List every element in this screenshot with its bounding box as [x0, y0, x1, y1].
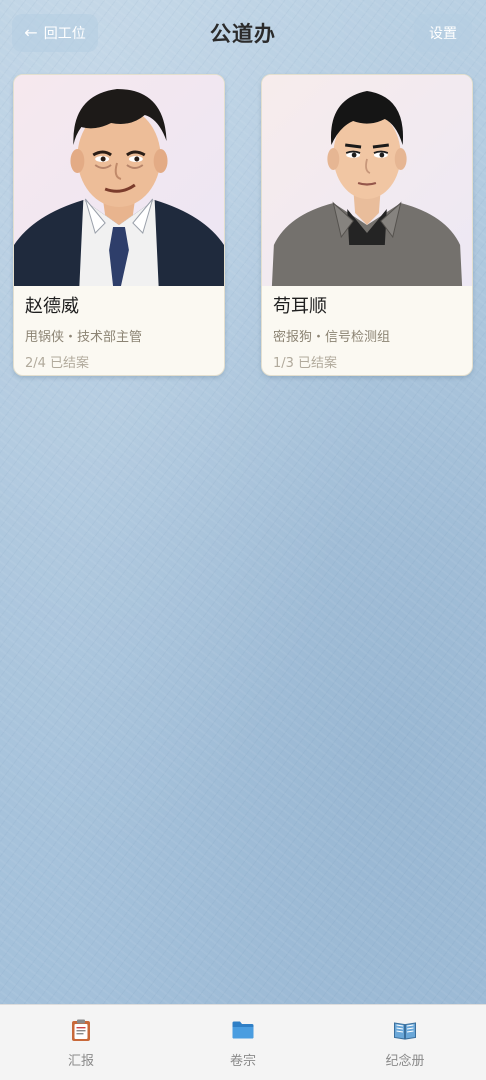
character-portrait-gou [262, 75, 472, 286]
bottom-tab-bar: 汇报 卷宗 纪念册 [0, 1004, 486, 1080]
clipboard-icon [72, 1019, 90, 1041]
character-name: 苟耳顺 [273, 296, 327, 317]
character-role: 密报狗・信号检测组 [273, 330, 391, 345]
tab-label: 汇报 [67, 1054, 94, 1069]
character-portrait-zhao [14, 75, 224, 286]
character-role: 甩锅侠・技术部主管 [25, 330, 143, 345]
settings-button[interactable]: 设置 [414, 14, 472, 52]
character-card[interactable]: 赵德威 甩锅侠・技术部主管 2/4 已结案 [13, 74, 225, 376]
tab-report[interactable]: 汇报 [0, 1005, 162, 1080]
character-card-grid: 赵德威 甩锅侠・技术部主管 2/4 已结案 苟耳顺 密报狗・信号检测组 1/3 … [13, 74, 473, 376]
tab-label: 卷宗 [229, 1054, 256, 1069]
character-card[interactable]: 苟耳顺 密报狗・信号检测组 1/3 已结案 [261, 74, 473, 376]
tab-case-files[interactable]: 卷宗 [162, 1005, 324, 1080]
top-bar: ← 回工位 公道办 设置 [0, 0, 486, 68]
tab-label: 纪念册 [385, 1054, 425, 1069]
book-icon [394, 1022, 416, 1040]
case-progress: 1/3 已结案 [273, 356, 338, 371]
case-progress: 2/4 已结案 [25, 356, 90, 371]
tab-memorial-book[interactable]: 纪念册 [324, 1005, 486, 1080]
character-name: 赵德威 [25, 296, 79, 317]
folder-icon [232, 1021, 254, 1039]
